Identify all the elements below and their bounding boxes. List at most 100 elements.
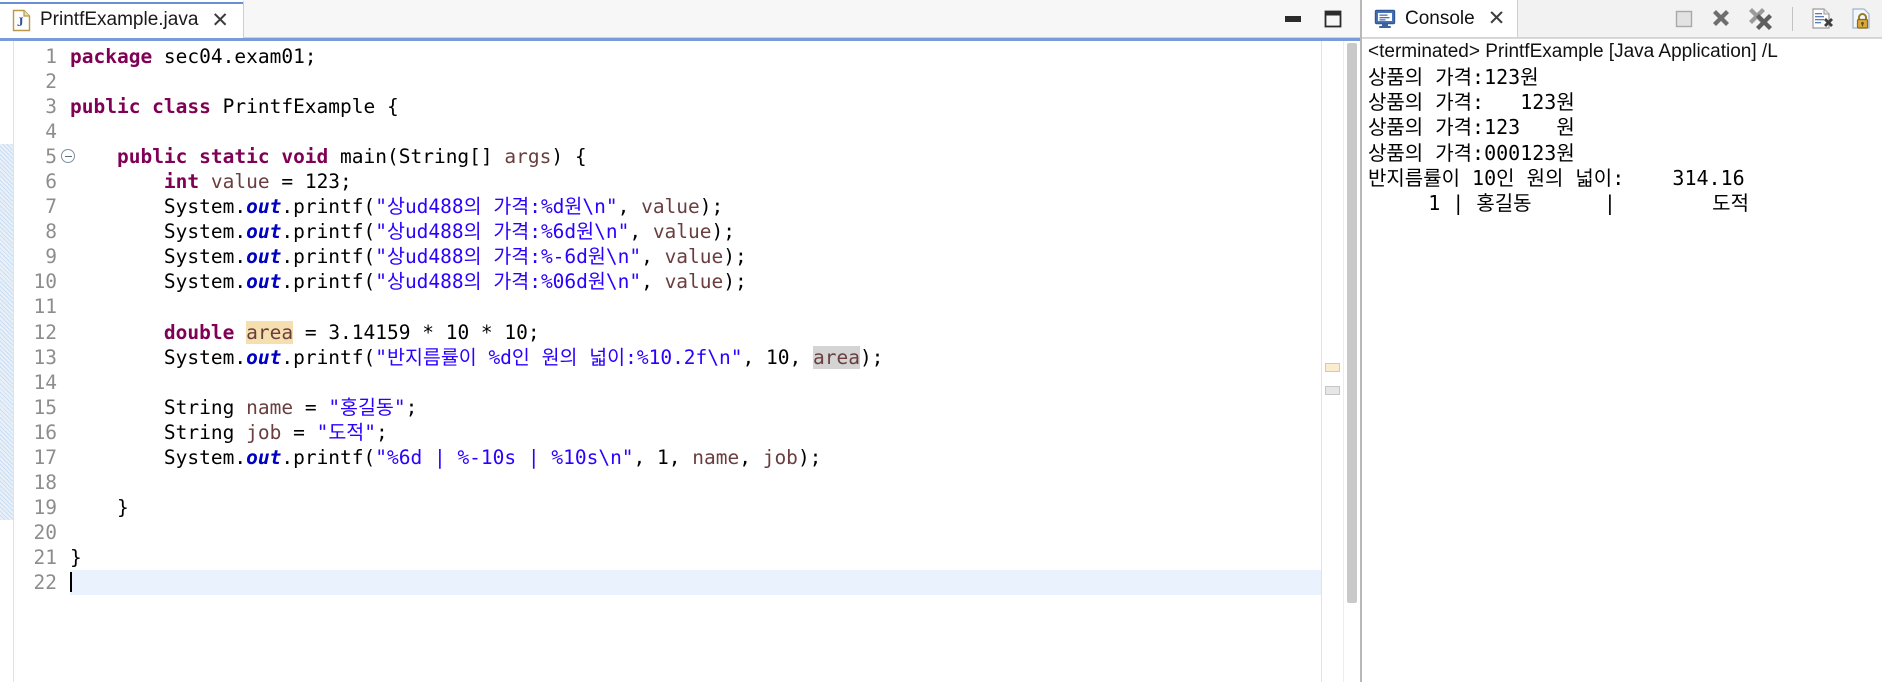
code-token: , bbox=[641, 270, 665, 294]
console-tab-label: Console bbox=[1405, 7, 1475, 29]
code-token: , bbox=[617, 195, 642, 219]
line-number: 6 bbox=[45, 170, 57, 194]
line-number: 5 bbox=[14, 144, 75, 169]
code-token: .printf( bbox=[281, 195, 376, 219]
code-token: ; bbox=[405, 395, 418, 419]
code-line[interactable] bbox=[70, 119, 1321, 144]
code-line[interactable]: System.out.printf("상ud488의 가격:%d원\n", va… bbox=[70, 194, 1321, 219]
code-line[interactable] bbox=[70, 470, 1321, 495]
code-line[interactable]: System.out.printf("상ud488의 가격:%6d원\n", v… bbox=[70, 219, 1321, 244]
occurrence-highlight: area bbox=[812, 345, 860, 369]
editor-vertical-scrollbar[interactable] bbox=[1343, 41, 1360, 682]
line-number: 16 bbox=[33, 420, 57, 444]
code-line[interactable]: int value = 123; bbox=[70, 169, 1321, 194]
code-token: ); bbox=[797, 445, 822, 469]
code-token: ); bbox=[723, 270, 747, 294]
code-line[interactable]: System.out.printf("%6d | %-10s | %10s\n"… bbox=[70, 445, 1321, 470]
code-token: int bbox=[163, 170, 200, 194]
code-token: .printf( bbox=[281, 270, 376, 294]
code-token: "도적" bbox=[316, 420, 376, 444]
console-output-line: 상품의 가격:123원 bbox=[1368, 65, 1539, 89]
code-token: .printf( bbox=[281, 220, 376, 244]
editor-tab-bar: J PrintfExample.java ✕ bbox=[0, 0, 1360, 38]
code-token: System. bbox=[70, 195, 247, 219]
line-number: 1 bbox=[45, 45, 57, 68]
java-file-icon: J bbox=[12, 9, 31, 32]
code-line[interactable]: System.out.printf("반지름률이 %d인 원의 넓이:%10.2… bbox=[70, 345, 1321, 370]
line-number: 9 bbox=[45, 245, 57, 269]
line-number: 7 bbox=[45, 195, 57, 219]
code-line[interactable]: String job = "도적"; bbox=[70, 420, 1321, 445]
close-icon[interactable]: ✕ bbox=[1488, 8, 1506, 29]
console-toolbar bbox=[1518, 0, 1882, 37]
code-token: name bbox=[692, 445, 740, 469]
line-number: 21 bbox=[33, 545, 57, 569]
code-token: out bbox=[246, 245, 282, 269]
code-line[interactable] bbox=[70, 520, 1321, 545]
editor-scroll-thumb[interactable] bbox=[1347, 43, 1357, 603]
code-line[interactable]: } bbox=[70, 495, 1321, 520]
code-line[interactable]: } bbox=[70, 545, 1321, 570]
code-token: , 10, bbox=[742, 345, 813, 369]
code-line[interactable]: public class PrintfExample { bbox=[70, 94, 1321, 119]
code-token: .printf( bbox=[281, 245, 376, 269]
code-line[interactable]: System.out.printf("상ud488의 가격:%-6d원\n", … bbox=[70, 244, 1321, 269]
console-launch-header: <terminated> PrintfExample [Java Applica… bbox=[1368, 41, 1778, 62]
remove-all-xx-icon[interactable] bbox=[1747, 7, 1775, 31]
lock-icon[interactable] bbox=[1850, 7, 1876, 31]
code-token: args bbox=[504, 145, 552, 169]
console-tab-bar: Console ✕ bbox=[1362, 0, 1882, 38]
close-icon[interactable]: ✕ bbox=[211, 10, 229, 31]
maximize-icon[interactable] bbox=[1322, 9, 1344, 29]
overview-marker-write[interactable] bbox=[1325, 363, 1340, 372]
line-number: 19 bbox=[33, 495, 57, 519]
code-token: ); bbox=[723, 245, 747, 269]
remove-x-icon[interactable] bbox=[1709, 7, 1733, 31]
editor-overview-ruler[interactable] bbox=[1321, 41, 1343, 682]
code-token: PrintfExample { bbox=[210, 95, 399, 119]
code-line[interactable]: System.out.printf("상ud488의 가격:%06d원\n", … bbox=[70, 269, 1321, 294]
minimize-icon[interactable] bbox=[1282, 10, 1304, 28]
code-line[interactable]: public static void main(String[] args) { bbox=[70, 144, 1321, 169]
overview-marker-read[interactable] bbox=[1325, 386, 1340, 395]
code-token: value bbox=[641, 195, 700, 219]
clear-console-icon[interactable] bbox=[1810, 7, 1836, 31]
code-token: package bbox=[70, 45, 153, 68]
console-output-area[interactable]: <terminated> PrintfExample [Java Applica… bbox=[1362, 38, 1882, 682]
code-line[interactable] bbox=[70, 569, 1321, 596]
line-number: 11 bbox=[33, 295, 57, 319]
code-line[interactable] bbox=[70, 69, 1321, 94]
svg-text:J: J bbox=[17, 14, 24, 29]
code-token: value bbox=[664, 270, 724, 294]
code-token: public static void bbox=[116, 145, 329, 169]
code-token: String bbox=[70, 420, 247, 444]
code-token: } bbox=[70, 545, 82, 569]
editor-tab-label: PrintfExample.java bbox=[40, 9, 199, 30]
code-token: ; bbox=[375, 420, 388, 444]
console-tab[interactable]: Console ✕ bbox=[1362, 0, 1519, 37]
editor-tabbar-filler bbox=[244, 0, 1282, 37]
editor-tab-printfexample[interactable]: J PrintfExample.java ✕ bbox=[0, 0, 245, 38]
code-token: = bbox=[281, 420, 317, 444]
line-number: 13 bbox=[33, 345, 57, 369]
code-token: .printf( bbox=[281, 345, 376, 369]
code-token: System. bbox=[70, 220, 247, 244]
code-token: out bbox=[246, 195, 282, 219]
code-line[interactable] bbox=[70, 370, 1321, 395]
console-output-line: 상품의 가격: 123원 bbox=[1368, 90, 1575, 115]
code-line[interactable] bbox=[70, 294, 1321, 319]
console-icon bbox=[1374, 9, 1396, 29]
code-token: "반지름률이 %d인 원의 넓이:%10.2f\n" bbox=[375, 345, 743, 369]
editor-pane: J PrintfExample.java ✕ 1 2 3 4 5 6 7 8 9… bbox=[0, 0, 1362, 682]
code-line[interactable]: String name = "홍길동"; bbox=[70, 395, 1321, 420]
code-line[interactable]: double area = 3.14159 * 10 * 10; bbox=[70, 320, 1321, 345]
code-line[interactable]: package sec04.exam01; bbox=[70, 44, 1321, 69]
code-token: main(String[] bbox=[328, 145, 505, 169]
console-output-line: 상품의 가격:123 원 bbox=[1368, 115, 1575, 140]
console-output-line: 반지름률이 10인 원의 넓이: 314.16 bbox=[1368, 165, 1745, 190]
editor-code-area[interactable]: package sec04.exam01; public class Print… bbox=[60, 41, 1321, 682]
stop-square-icon[interactable] bbox=[1673, 8, 1695, 30]
editor-view-buttons bbox=[1282, 0, 1360, 37]
